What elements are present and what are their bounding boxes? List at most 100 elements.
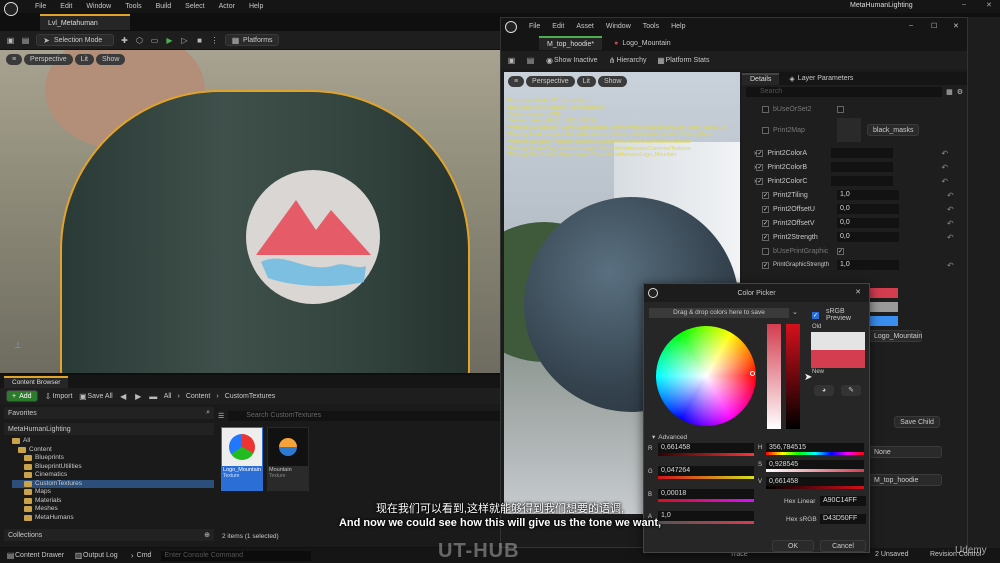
collections-header[interactable]: Collections <box>8 532 42 539</box>
color-swatch[interactable] <box>831 176 894 186</box>
checkbox[interactable]: ✓ <box>756 177 764 185</box>
srgb-checkbox[interactable]: ✓ <box>812 311 819 319</box>
details-search-input[interactable]: Search <box>746 87 943 97</box>
me-close-icon[interactable]: ✕ <box>953 22 959 30</box>
reset-icon[interactable]: ↶ <box>941 177 948 186</box>
r-gradient[interactable] <box>658 453 754 456</box>
me-menu-tools[interactable]: Tools <box>643 23 659 30</box>
add-button[interactable]: + Add <box>6 390 38 402</box>
reset-icon[interactable]: ↶ <box>941 163 948 172</box>
color-swatch[interactable] <box>831 162 894 172</box>
back-icon[interactable]: ◀ <box>119 392 128 401</box>
number-field[interactable]: 0,0 <box>837 204 899 214</box>
tree-item-content[interactable]: Content <box>12 446 214 455</box>
menu-actor[interactable]: Actor <box>219 3 235 10</box>
menu-build[interactable]: Build <box>156 3 172 10</box>
menu-window[interactable]: Window <box>86 3 111 10</box>
saturation-slider[interactable] <box>767 324 781 429</box>
v-field[interactable]: 0,661458 <box>766 477 864 486</box>
b-field[interactable]: 0,00018 <box>658 489 754 499</box>
blueprint-icon[interactable]: ⬡ <box>135 36 144 45</box>
browse-icon[interactable]: ▤ <box>21 36 30 45</box>
me-menu-help[interactable]: Help <box>671 23 685 30</box>
color-themes-bar[interactable]: Drag & drop colors here to save <box>649 308 789 318</box>
srgb-preview-toggle[interactable]: ✓ sRGB Preview <box>812 308 869 322</box>
menu-help[interactable]: Help <box>249 3 263 10</box>
breadcrumb-content[interactable]: Content <box>186 393 211 400</box>
tree-item-all[interactable]: All <box>12 437 214 446</box>
reset-icon[interactable]: ↶ <box>947 191 954 200</box>
g-field[interactable]: 0,047264 <box>658 466 754 476</box>
checkbox[interactable]: ✓ <box>762 261 769 269</box>
more-icon[interactable]: ⋮ <box>210 36 219 45</box>
hierarchy-dropdown[interactable]: ⋔ Hierarchy <box>608 56 647 65</box>
reset-icon[interactable]: ↶ <box>941 149 948 158</box>
checkbox[interactable]: ✓ <box>756 163 764 171</box>
search-icon[interactable]: ⌕ <box>206 409 210 417</box>
menu-tools[interactable]: Tools <box>125 3 141 10</box>
checkbox[interactable]: ✓ <box>762 205 769 213</box>
tree-item-blueprintutilities[interactable]: BlueprintUtilities <box>12 463 214 472</box>
viewport-menu-icon[interactable]: ≡ <box>6 54 23 65</box>
cancel-button[interactable]: Cancel <box>820 540 866 552</box>
stop-icon[interactable]: ■ <box>195 36 204 45</box>
menu-edit[interactable]: Edit <box>60 3 72 10</box>
me-save-icon[interactable]: ▣ <box>507 56 516 65</box>
v-gradient[interactable] <box>766 486 864 489</box>
cinematics-icon[interactable]: ▭ <box>150 36 159 45</box>
breadcrumb-all[interactable]: All <box>164 393 172 400</box>
me-minimize-icon[interactable]: – <box>909 22 913 29</box>
color-swatch-gray[interactable] <box>868 302 898 312</box>
project-root[interactable]: MetaHumanLighting <box>8 426 71 433</box>
platforms-dropdown[interactable]: ▦ Platforms <box>225 34 279 46</box>
show-inactive-button[interactable]: ◉ Show Inactive <box>545 56 598 65</box>
favorites-header[interactable]: Favorites <box>8 410 37 417</box>
me-perspective-button[interactable]: Perspective <box>526 76 575 87</box>
menu-file[interactable]: File <box>35 3 46 10</box>
h-gradient[interactable] <box>766 452 864 455</box>
color-wheel-icon[interactable]: ◕ <box>814 385 834 396</box>
content-browser-tab[interactable]: Content Browser <box>4 375 69 388</box>
asset-tile-mountain[interactable]: Mountain Texture <box>267 427 309 491</box>
forward-icon[interactable]: ▶ <box>134 392 143 401</box>
g-gradient[interactable] <box>658 476 754 479</box>
number-field[interactable]: 1,0 <box>837 260 899 270</box>
wheel-cursor[interactable] <box>750 371 755 376</box>
play-icon[interactable]: ▶ <box>165 36 174 45</box>
save-all-button[interactable]: ▣ Save All <box>78 392 113 401</box>
none-dropdown[interactable]: None <box>868 446 942 458</box>
me-menu-window[interactable]: Window <box>606 23 631 30</box>
color-swatch[interactable] <box>831 148 894 158</box>
s-gradient[interactable] <box>766 469 864 472</box>
me-browse-icon[interactable]: ▤ <box>526 56 535 65</box>
checkbox[interactable]: ✓ <box>762 191 769 199</box>
cmd-dropdown[interactable]: › Cmd <box>128 551 152 560</box>
tab-material[interactable]: M_top_hoodie* <box>539 36 603 50</box>
tree-item-maps[interactable]: Maps <box>12 488 214 497</box>
texture-dropdown[interactable]: black_masks <box>867 124 920 136</box>
h-field[interactable]: 356,784515 <box>766 443 864 452</box>
me-menu-edit[interactable]: Edit <box>552 23 564 30</box>
filter-icon[interactable]: ☰ <box>218 412 224 420</box>
add-actor-icon[interactable]: ✚ <box>120 36 129 45</box>
tree-item-blueprints[interactable]: Blueprints <box>12 454 214 463</box>
texture-thumb[interactable] <box>837 118 861 142</box>
number-field[interactable]: 0,0 <box>837 232 899 242</box>
unsaved-indicator[interactable]: 2 Unsaved <box>875 551 908 558</box>
checkbox[interactable]: ✓ <box>762 219 769 227</box>
me-show-button[interactable]: Show <box>597 76 628 87</box>
content-drawer-button[interactable]: ▤ Content Drawer <box>6 551 64 560</box>
texture-picker[interactable]: Logo_Mountain <box>868 330 922 342</box>
checkbox[interactable] <box>762 126 769 134</box>
me-menu-asset[interactable]: Asset <box>576 23 594 30</box>
layer-params-tab[interactable]: ◈ Layer Parameters <box>779 75 853 83</box>
checkbox[interactable]: ✓ <box>762 233 769 241</box>
advanced-toggle[interactable]: ▾ Advanced <box>652 433 687 442</box>
color-swatch-red[interactable] <box>868 288 898 298</box>
details-tab[interactable]: Details <box>742 72 780 85</box>
value-slider[interactable] <box>786 324 800 429</box>
checkbox[interactable]: ✓ <box>756 149 764 157</box>
lit-button[interactable]: Lit <box>74 54 94 65</box>
checkbox[interactable]: ✓ <box>837 247 844 255</box>
platform-stats-button[interactable]: ▦ Platform Stats <box>657 56 709 65</box>
